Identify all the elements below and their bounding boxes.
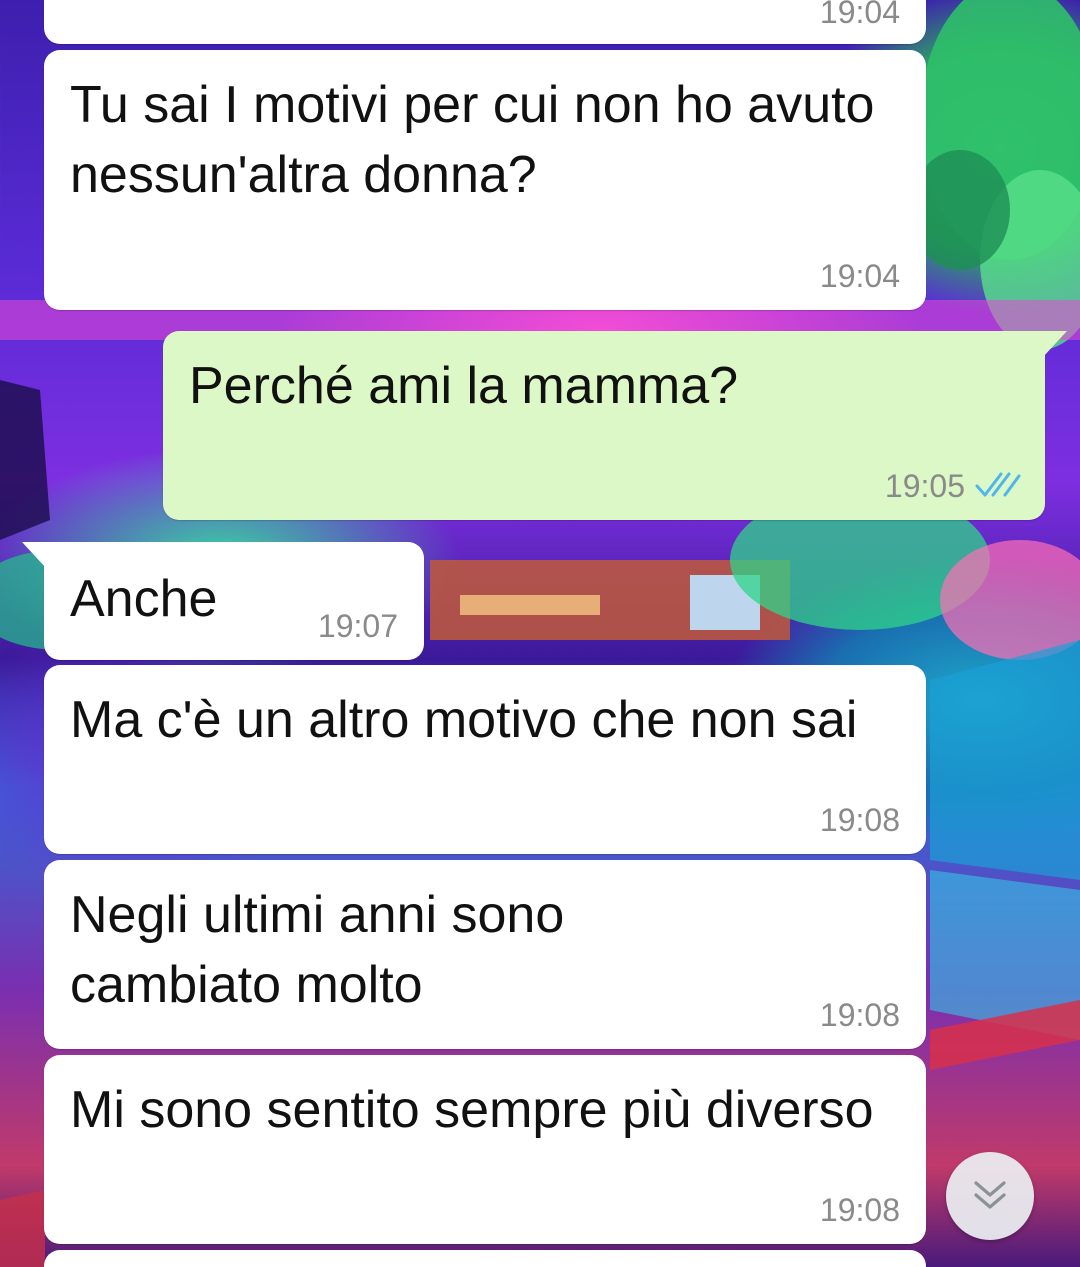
double-check-read-icon [975, 472, 1021, 497]
message-bubble-outgoing[interactable]: Perché ami la mamma? 19:05 [163, 331, 1067, 520]
message-timestamp: 19:04 [819, 258, 900, 294]
message-text: arrivare [70, 0, 900, 8]
bubble-tail [22, 542, 46, 568]
message-bubble-incoming[interactable]: Mi sono sentito sempre più diverso 19:08 [44, 1055, 926, 1244]
message-timestamp: 19:07 [317, 608, 398, 644]
double-chevron-down-icon [974, 1181, 1006, 1209]
message-text: Mi sono sentito sempre più diverso [70, 1081, 874, 1139]
scroll-to-bottom-button[interactable] [946, 1152, 1034, 1240]
message-timestamp: 19:08 [819, 997, 900, 1033]
message-timestamp: 19:08 [819, 802, 900, 838]
message-bubble-incoming[interactable]: Anche 19:07 [22, 542, 424, 660]
message-bubble-incoming[interactable]: arrivare 19:04 [44, 0, 926, 44]
message-timestamp: 19:08 [819, 1192, 900, 1228]
message-timestamp: 19:05 [884, 468, 965, 504]
message-bubble-incoming[interactable]: Tu sai I motivi per cui non ho avuto nes… [44, 50, 926, 310]
message-bubble-incoming[interactable] [44, 1250, 926, 1267]
message-text: Perché ami la mamma? [189, 357, 739, 415]
message-text: Ma c'è un altro motivo che non sai [70, 691, 858, 749]
message-text: Tu sai I motivi per cui non ho avuto nes… [70, 76, 889, 204]
bubble-tail [1043, 331, 1067, 357]
message-bubble-incoming[interactable]: Ma c'è un altro motivo che non sai 19:08 [44, 665, 926, 854]
message-timestamp: 19:04 [819, 0, 900, 30]
message-bubble-incoming[interactable]: Negli ultimi anni sono cambiato molto 19… [44, 860, 926, 1049]
message-text: Negli ultimi anni sono cambiato molto [70, 886, 579, 1014]
